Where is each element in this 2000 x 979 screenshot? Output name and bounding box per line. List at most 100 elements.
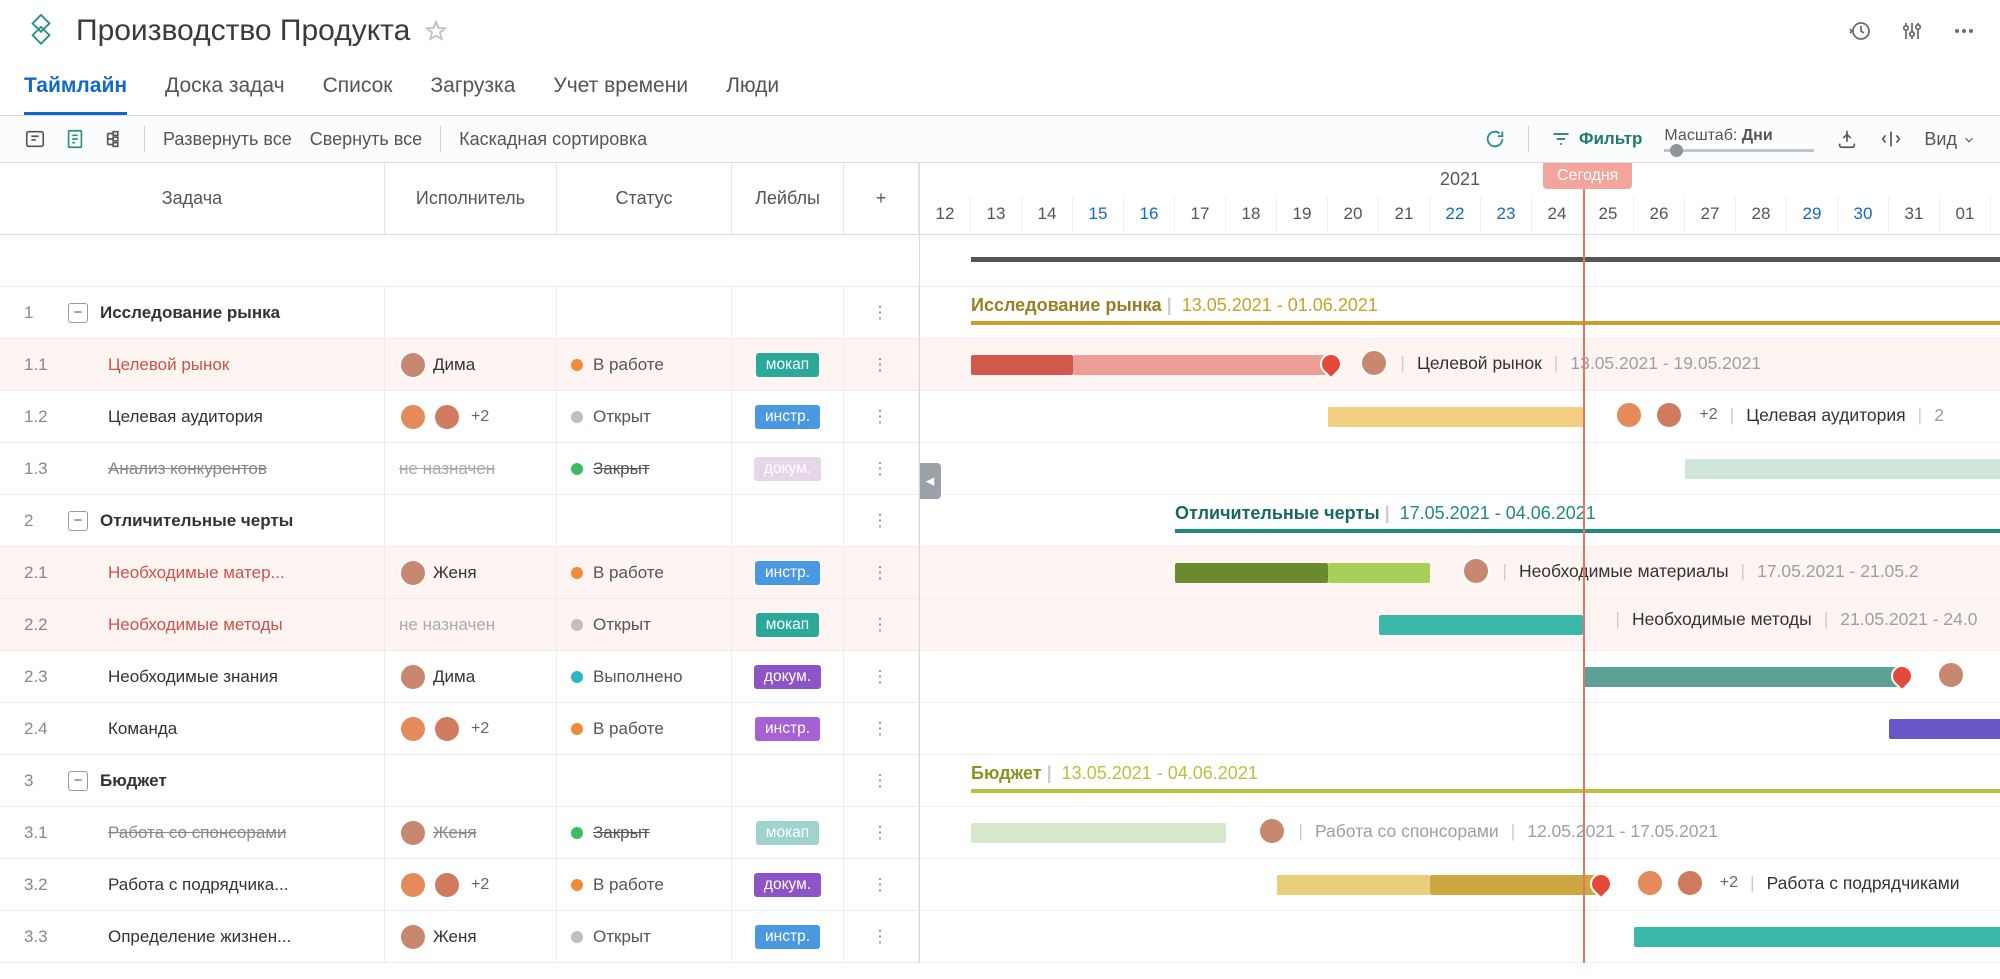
row-menu-icon[interactable]: ⋮ bbox=[872, 355, 891, 375]
task-bar[interactable] bbox=[1889, 719, 2000, 739]
task-row[interactable]: 2.3Необходимые знанияДимаВыполненодокум.… bbox=[0, 651, 919, 703]
group-bar[interactable] bbox=[971, 789, 2000, 793]
row-menu-icon[interactable]: ⋮ bbox=[872, 407, 891, 427]
task-bar[interactable] bbox=[971, 355, 1073, 375]
row-menu-icon[interactable]: ⋮ bbox=[872, 719, 891, 739]
group-row[interactable]: 2−Отличительные черты⋮ bbox=[0, 495, 919, 547]
task-row[interactable]: 1.3Анализ конкурентовне назначенЗакрытдо… bbox=[0, 443, 919, 495]
timeline-row[interactable]: |Необходимые методы|21.05.2021 - 24.0 bbox=[920, 599, 2000, 651]
timeline-row[interactable]: +2|Работа с подрядчиками bbox=[920, 859, 2000, 911]
col-status[interactable]: Статус bbox=[557, 163, 732, 234]
timeline-row[interactable]: Отличительные черты |17.05.2021 - 04.06.… bbox=[920, 495, 2000, 547]
row-menu-icon[interactable]: ⋮ bbox=[872, 563, 891, 583]
timeline-row[interactable]: |Необходимые материалы|17.05.2021 - 21.0… bbox=[920, 547, 2000, 599]
group-bar[interactable] bbox=[1175, 529, 2000, 533]
tab-4[interactable]: Учет времени bbox=[553, 62, 688, 115]
timeline-day[interactable]: 27 bbox=[1685, 196, 1736, 234]
more-icon[interactable] bbox=[1952, 19, 1976, 43]
collapse-panel-icon[interactable] bbox=[24, 128, 46, 150]
row-menu-icon[interactable]: ⋮ bbox=[872, 511, 891, 531]
row-menu-icon[interactable]: ⋮ bbox=[872, 667, 891, 687]
timeline-day[interactable]: 20 bbox=[1328, 196, 1379, 234]
fit-icon[interactable] bbox=[1880, 128, 1902, 150]
timeline-day[interactable]: 31 bbox=[1889, 196, 1940, 234]
task-bar[interactable] bbox=[1685, 459, 2000, 479]
timeline-row[interactable] bbox=[920, 651, 2000, 703]
task-bar[interactable] bbox=[1634, 927, 2000, 947]
col-labels[interactable]: Лейблы bbox=[732, 163, 844, 234]
timeline-day[interactable]: 18 bbox=[1226, 196, 1277, 234]
star-icon[interactable] bbox=[424, 19, 448, 43]
timeline-day[interactable]: 15 bbox=[1073, 196, 1124, 234]
tab-0[interactable]: Таймлайн bbox=[24, 62, 127, 115]
timeline-day[interactable]: 26 bbox=[1634, 196, 1685, 234]
timeline-day[interactable]: 30 bbox=[1838, 196, 1889, 234]
collapse-handle[interactable]: ◂ bbox=[920, 463, 941, 499]
timeline-row[interactable]: Исследование рынка |13.05.2021 - 01.06.2… bbox=[920, 287, 2000, 339]
timeline-row[interactable]: |Работа со спонсорами|12.05.2021 - 17.05… bbox=[920, 807, 2000, 859]
collapse-toggle[interactable]: − bbox=[68, 511, 88, 531]
timeline-row[interactable]: +2|Целевая аудитория|2 bbox=[920, 391, 2000, 443]
tab-1[interactable]: Доска задач bbox=[165, 62, 285, 115]
tab-5[interactable]: Люди bbox=[726, 62, 779, 115]
timeline-day[interactable]: 02 bbox=[1991, 196, 2000, 234]
row-menu-icon[interactable]: ⋮ bbox=[872, 875, 891, 895]
timeline-day[interactable]: 23 bbox=[1481, 196, 1532, 234]
view-button[interactable]: Вид bbox=[1924, 129, 1976, 150]
row-menu-icon[interactable]: ⋮ bbox=[872, 459, 891, 479]
collapse-all-button[interactable]: Свернуть все bbox=[310, 129, 422, 150]
refresh-icon[interactable] bbox=[1484, 128, 1506, 150]
timeline-day[interactable]: 24 bbox=[1532, 196, 1583, 234]
timeline-day[interactable]: 17 bbox=[1175, 196, 1226, 234]
zoom-slider[interactable]: Масштаб: Дни bbox=[1664, 127, 1814, 152]
task-bar[interactable] bbox=[1328, 563, 1430, 583]
hierarchy-icon[interactable] bbox=[104, 128, 126, 150]
add-column-button[interactable]: + bbox=[844, 163, 919, 234]
task-bar[interactable] bbox=[971, 823, 1226, 843]
task-bar[interactable] bbox=[1328, 407, 1583, 427]
settings-icon[interactable] bbox=[1900, 19, 1924, 43]
group-bar[interactable] bbox=[971, 321, 2000, 325]
row-menu-icon[interactable]: ⋮ bbox=[872, 927, 891, 947]
task-row[interactable]: 1.1Целевой рынокДимаВ работемокап⋮ bbox=[0, 339, 919, 391]
filter-button[interactable]: Фильтр bbox=[1551, 129, 1642, 149]
collapse-toggle[interactable]: − bbox=[68, 771, 88, 791]
task-row[interactable]: 2.4Команда+2В работеинстр.⋮ bbox=[0, 703, 919, 755]
row-menu-icon[interactable]: ⋮ bbox=[872, 303, 891, 323]
timeline-day[interactable]: 21 bbox=[1379, 196, 1430, 234]
col-assignee[interactable]: Исполнитель bbox=[385, 163, 557, 234]
timeline-day[interactable]: 29 bbox=[1787, 196, 1838, 234]
expand-all-button[interactable]: Развернуть все bbox=[163, 129, 292, 150]
task-row[interactable]: 3.2Работа с подрядчика...+2В работедокум… bbox=[0, 859, 919, 911]
tab-2[interactable]: Список bbox=[323, 62, 393, 115]
task-bar[interactable] bbox=[1430, 875, 1598, 895]
group-row[interactable]: 1−Исследование рынка⋮ bbox=[0, 287, 919, 339]
timeline-day[interactable]: 19 bbox=[1277, 196, 1328, 234]
task-row[interactable]: 2.2Необходимые методыне назначенОткрытмо… bbox=[0, 599, 919, 651]
task-bar[interactable] bbox=[1277, 875, 1430, 895]
timeline-row[interactable] bbox=[920, 703, 2000, 755]
task-row[interactable]: 2.1Необходимые матер...ЖеняВ работеинстр… bbox=[0, 547, 919, 599]
task-bar[interactable] bbox=[1379, 615, 1583, 635]
task-panel-icon[interactable] bbox=[64, 128, 86, 150]
task-row[interactable]: 3.3Определение жизнен...ЖеняОткрытинстр.… bbox=[0, 911, 919, 963]
timeline-day[interactable]: 28 bbox=[1736, 196, 1787, 234]
timeline-row[interactable]: |А bbox=[920, 443, 2000, 495]
row-menu-icon[interactable]: ⋮ bbox=[872, 771, 891, 791]
export-icon[interactable] bbox=[1836, 128, 1858, 150]
task-row[interactable]: 1.2Целевая аудитория+2Открытинстр.⋮ bbox=[0, 391, 919, 443]
group-row[interactable]: 3−Бюджет⋮ bbox=[0, 755, 919, 807]
timeline-day[interactable]: 01 bbox=[1940, 196, 1991, 234]
timeline-day[interactable]: 25 bbox=[1583, 196, 1634, 234]
task-row[interactable]: 3.1Работа со спонсорамиЖеняЗакрытмокап⋮ bbox=[0, 807, 919, 859]
timeline-day[interactable]: 22 bbox=[1430, 196, 1481, 234]
tab-3[interactable]: Загрузка bbox=[430, 62, 515, 115]
cascade-sort-button[interactable]: Каскадная сортировка bbox=[459, 129, 647, 150]
timeline-row[interactable] bbox=[920, 911, 2000, 963]
col-task[interactable]: Задача bbox=[0, 163, 385, 234]
history-icon[interactable] bbox=[1848, 19, 1872, 43]
row-menu-icon[interactable]: ⋮ bbox=[872, 615, 891, 635]
timeline-day[interactable]: 13 bbox=[971, 196, 1022, 234]
timeline-day[interactable]: 12 bbox=[920, 196, 971, 234]
row-menu-icon[interactable]: ⋮ bbox=[872, 823, 891, 843]
